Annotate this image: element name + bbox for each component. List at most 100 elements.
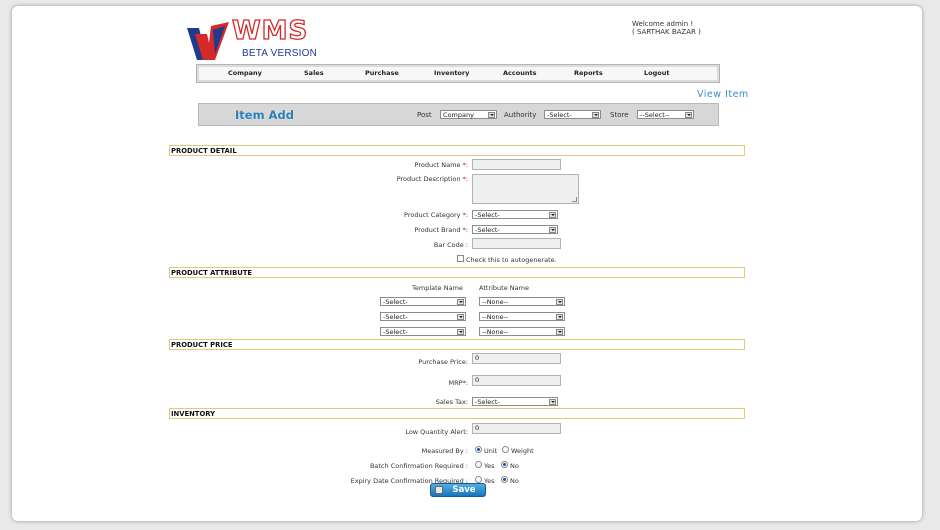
main-nav: Company Sales Purchase Inventory Account… (196, 64, 720, 83)
section-product-attribute: PRODUCT ATTRIBUTE (169, 267, 745, 278)
section-heading: PRODUCT ATTRIBUTE (171, 269, 253, 277)
measured-weight-radio[interactable] (502, 446, 509, 453)
bar-code-input[interactable] (472, 238, 561, 249)
chevron-down-icon (457, 329, 464, 335)
product-brand-select[interactable]: -Select- (472, 225, 558, 234)
product-description-textarea[interactable] (472, 174, 579, 204)
low-quantity-alert-input[interactable]: 0 (472, 423, 561, 434)
section-product-price: PRODUCT PRICE (169, 339, 745, 350)
chevron-down-icon (685, 112, 692, 118)
section-heading: INVENTORY (171, 410, 216, 418)
yes-label: Yes (484, 462, 495, 470)
item-add-bar: Item Add Post Company Authority -Select-… (198, 103, 719, 126)
template-value: -Select- (383, 328, 408, 336)
product-name-input[interactable] (472, 159, 561, 170)
post-select[interactable]: Company (440, 110, 497, 119)
logo-mark-icon (187, 22, 229, 60)
unit-label: Unit (484, 447, 498, 455)
chevron-down-icon (592, 112, 599, 118)
chevron-down-icon (549, 212, 556, 218)
low-quantity-alert-label: Low Quantity Alert: (405, 428, 468, 436)
attribute-value: --None-- (482, 298, 509, 306)
attribute-value: --None-- (482, 328, 509, 336)
bar-code-label: Bar Code : (433, 241, 468, 249)
template-name-header: Template Name (412, 284, 463, 292)
product-category-value: -Select- (475, 211, 500, 219)
autogenerate-label: Check this to autogenerate. (466, 256, 557, 264)
chevron-down-icon (556, 299, 563, 305)
template-value: -Select- (383, 298, 408, 306)
attribute-value: --None-- (482, 313, 509, 321)
authority-select-value: -Select- (547, 111, 572, 119)
nav-accounts[interactable]: Accounts (503, 69, 536, 77)
no-label: No (510, 462, 519, 470)
attribute-select-3[interactable]: --None-- (479, 327, 565, 336)
sales-tax-select[interactable]: -Select- (472, 397, 558, 406)
nav-sales[interactable]: Sales (304, 69, 324, 77)
store-select[interactable]: --Select-- (637, 110, 694, 119)
wms-logo: WMS BETA VERSION (185, 15, 335, 66)
nav-reports[interactable]: Reports (574, 69, 603, 77)
product-category-select[interactable]: -Select- (472, 210, 558, 219)
page-title: Item Add (235, 108, 294, 122)
product-category-label: Product Category *: (404, 211, 468, 219)
welcome-text: Welcome admin ! (632, 20, 694, 28)
authority-label: Authority (504, 111, 537, 119)
measured-unit-radio[interactable] (475, 446, 482, 453)
nav-logout[interactable]: Logout (644, 69, 669, 77)
chevron-down-icon (549, 227, 556, 233)
mrp-label: MRP*: (448, 379, 468, 387)
chevron-down-icon (457, 314, 464, 320)
nav-company[interactable]: Company (228, 69, 262, 77)
measured-by-label: Measured By : (421, 447, 468, 455)
section-product-detail: PRODUCT DETAIL (169, 145, 745, 156)
chevron-down-icon (457, 299, 464, 305)
logo-text: WMS (231, 15, 309, 46)
section-heading: PRODUCT DETAIL (171, 147, 237, 155)
product-brand-value: -Select- (475, 226, 500, 234)
view-item-link[interactable]: View Item (697, 89, 749, 100)
template-select-2[interactable]: -Select- (380, 312, 466, 321)
attribute-select-2[interactable]: --None-- (479, 312, 565, 321)
batch-no-radio[interactable] (501, 461, 508, 468)
store-select-value: --Select-- (640, 111, 670, 119)
chevron-down-icon (556, 314, 563, 320)
chevron-down-icon (549, 399, 556, 405)
purchase-price-input[interactable]: 0 (472, 353, 561, 364)
logo-subtitle: BETA VERSION (242, 48, 318, 59)
welcome-block: Welcome admin ! ( SARTHAK BAZAR ) (632, 20, 701, 36)
store-label: Store (610, 111, 629, 119)
nav-purchase[interactable]: Purchase (365, 69, 399, 77)
batch-confirmation-label: Batch Confirmation Required : (369, 462, 468, 470)
attribute-name-header: Attribute Name (479, 284, 529, 292)
product-name-label: Product Name *: (414, 161, 468, 169)
mrp-input[interactable]: 0 (472, 375, 561, 386)
authority-select[interactable]: -Select- (544, 110, 601, 119)
batch-yes-radio[interactable] (475, 461, 482, 468)
save-button[interactable]: Save (430, 483, 486, 497)
sales-tax-label: Sales Tax: (435, 398, 468, 406)
purchase-price-label: Purchase Price: (418, 358, 468, 366)
product-brand-label: Product Brand *: (414, 226, 468, 234)
product-description-label: Product Description *: (396, 175, 468, 183)
autogenerate-checkbox[interactable] (457, 255, 464, 262)
save-icon (435, 486, 443, 494)
section-heading: PRODUCT PRICE (171, 341, 233, 349)
nav-inventory[interactable]: Inventory (434, 69, 469, 77)
sales-tax-value: -Select- (475, 398, 500, 406)
template-value: -Select- (383, 313, 408, 321)
store-name: ( SARTHAK BAZAR ) (632, 28, 701, 36)
expiry-no-radio[interactable] (501, 476, 508, 483)
post-label: Post (417, 111, 432, 119)
chevron-down-icon (488, 112, 495, 118)
chevron-down-icon (556, 329, 563, 335)
template-select-3[interactable]: -Select- (380, 327, 466, 336)
post-select-value: Company (443, 111, 474, 119)
attribute-select-1[interactable]: --None-- (479, 297, 565, 306)
weight-label: Weight (511, 447, 534, 455)
save-button-label: Save (452, 485, 476, 495)
no-label: No (510, 477, 519, 485)
expiry-yes-radio[interactable] (475, 476, 482, 483)
template-select-1[interactable]: -Select- (380, 297, 466, 306)
section-inventory: INVENTORY (169, 408, 745, 419)
